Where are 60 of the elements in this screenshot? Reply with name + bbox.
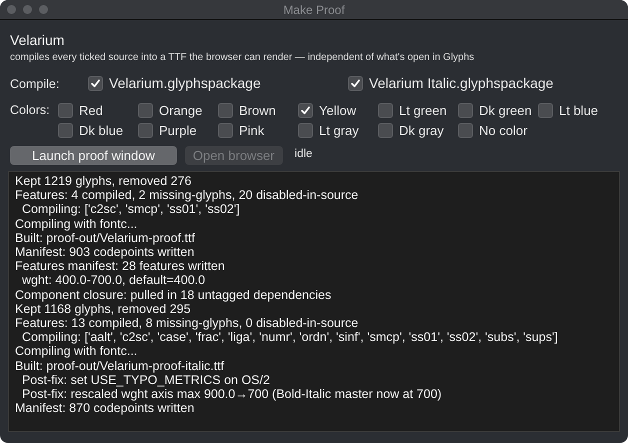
zoom-button[interactable] bbox=[39, 5, 48, 14]
minimize-button[interactable] bbox=[23, 5, 32, 14]
log-line: Component closure: pulled in 18 untagged dependencies bbox=[15, 288, 332, 302]
log-line: wght: 400.0-700.0, default=400.0 bbox=[20, 273, 206, 288]
log-line: Features: 13 compiled, 8 missing-glyphs, 0 disabled-in-source bbox=[15, 316, 360, 330]
checkbox[interactable] bbox=[138, 103, 153, 118]
checkbox[interactable] bbox=[458, 123, 473, 138]
log-line: Compiling with fontc... bbox=[15, 216, 138, 231]
log-line: Manifest: 870 codepoints written bbox=[15, 401, 196, 416]
log-line: Kept 1168 glyphs, removed 295 bbox=[15, 302, 192, 316]
window-title: Make Proof bbox=[283, 2, 345, 16]
status-text: idle bbox=[294, 148, 312, 160]
checkbox-label[interactable]: No color bbox=[479, 123, 528, 138]
log-line: Compiling with fontc... bbox=[15, 344, 138, 359]
checkbox-label[interactable]: Yellow bbox=[319, 103, 356, 118]
checkbox-label[interactable]: Purple bbox=[159, 123, 197, 138]
checkbox-label[interactable]: Brown bbox=[239, 103, 276, 118]
log-line: Built: proof-out/Velarium-proof-italic.ttf bbox=[15, 358, 226, 373]
log-line: Built: proof-out/Velarium-proof.ttf bbox=[15, 230, 196, 246]
log-line: Compiling: ['aalt', 'c2sc', 'case', 'frac', 'liga', 'numr', 'ordn', 'sinf', 'smcp', 'ss01', 'ss02', 'subs', 'sups'] bbox=[20, 330, 559, 344]
checkbox[interactable] bbox=[538, 103, 553, 118]
checkmark-icon bbox=[350, 78, 361, 88]
compile-label: Compile: bbox=[10, 76, 60, 91]
checkbox-label[interactable]: Lt blue bbox=[559, 103, 598, 118]
checkbox[interactable] bbox=[378, 103, 393, 118]
heading: Velarium bbox=[10, 32, 66, 48]
log-line: Features manifest: 28 features written bbox=[15, 259, 226, 274]
checkbox-label[interactable]: Lt gray bbox=[319, 123, 359, 138]
checkbox-label[interactable]: Red bbox=[79, 103, 103, 118]
subtitle: compiles every ticked source into a TTF the browser can render — independent of what's open in Glyphs bbox=[10, 52, 476, 63]
checkbox[interactable] bbox=[298, 103, 313, 118]
checkbox[interactable] bbox=[218, 123, 233, 138]
checkbox-label[interactable]: Velarium Italic.glyphspackage bbox=[369, 75, 554, 91]
checkbox-label[interactable]: Dk gray bbox=[399, 123, 444, 138]
checkbox-label[interactable]: Pink bbox=[239, 123, 264, 138]
checkbox[interactable] bbox=[458, 103, 473, 118]
checkbox[interactable] bbox=[138, 123, 153, 138]
checkbox[interactable] bbox=[58, 123, 73, 138]
log-line: Compiling: ['c2sc', 'smcp', 'ss01', 'ss02'] bbox=[20, 202, 241, 217]
checkmark-icon bbox=[300, 105, 311, 116]
checkbox-label[interactable]: Dk blue bbox=[79, 123, 124, 138]
log-line: Kept 1219 glyphs, removed 276 bbox=[15, 174, 193, 188]
checkbox[interactable] bbox=[218, 103, 233, 118]
checkmark-icon bbox=[90, 78, 101, 88]
checkbox[interactable] bbox=[298, 123, 313, 138]
log-line: Features: 4 compiled, 2 missing-glyphs, 20 disabled-in-source bbox=[15, 188, 360, 202]
launch-button[interactable]: Launch proof window bbox=[10, 146, 177, 165]
checkbox-label[interactable]: Velarium.glyphspackage bbox=[109, 75, 261, 91]
checkbox-label[interactable]: Orange bbox=[159, 103, 202, 118]
colors-label: Colors: bbox=[10, 102, 51, 117]
log-line: Manifest: 903 codepoints written bbox=[15, 245, 196, 260]
checkbox[interactable] bbox=[88, 76, 103, 90]
checkbox-label[interactable]: Lt green bbox=[399, 103, 447, 118]
log-line: Post-fix: rescaled wght axis max 900.0→700 (Bold-Italic master now at 700) bbox=[20, 387, 443, 402]
log-line: Post-fix: set USE_TYPO_METRICS on OS/2 bbox=[20, 372, 271, 388]
checkbox[interactable] bbox=[378, 123, 393, 138]
checkbox-label[interactable]: Dk green bbox=[479, 103, 532, 118]
checkbox[interactable] bbox=[348, 76, 363, 90]
close-button[interactable] bbox=[7, 5, 16, 14]
checkbox[interactable] bbox=[58, 103, 73, 118]
